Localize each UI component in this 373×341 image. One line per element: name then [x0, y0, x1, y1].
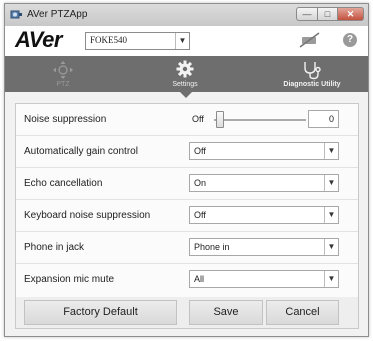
select-value: On [194, 178, 207, 188]
chevron-down-icon: ▼ [324, 271, 338, 287]
setting-row-keyboard-noise-suppression: Keyboard noise suppression Off ▼ [16, 200, 358, 232]
maximize-button[interactable]: □ [318, 7, 338, 21]
select-value: All [194, 274, 205, 284]
settings-footer: Factory Default Save Cancel [16, 297, 358, 328]
title-bar[interactable]: AVer PTZApp — □ ✕ [5, 4, 368, 26]
setting-row-agc: Automatically gain control Off ▼ [16, 136, 358, 168]
select-value: Off [194, 210, 206, 220]
chevron-down-icon: ▼ [324, 239, 338, 255]
stethoscope-icon [304, 62, 321, 80]
chevron-down-icon: ▼ [324, 207, 338, 223]
app-header: AVer FOKE540 ▼ ? [5, 26, 368, 56]
expansion-mic-mute-select[interactable]: All ▼ [189, 270, 339, 288]
tab-settings[interactable]: Settings [145, 56, 225, 92]
chevron-down-icon: ▼ [324, 175, 338, 191]
gear-icon [176, 60, 194, 78]
noise-suppression-slider-track[interactable] [214, 119, 306, 121]
setting-label: Keyboard noise suppression [24, 210, 151, 221]
setting-label: Phone in jack [24, 242, 85, 253]
slider-min-label: Off [192, 114, 204, 124]
window-title: AVer PTZApp [27, 9, 88, 20]
ptz-arrows-icon [53, 61, 73, 79]
close-button[interactable]: ✕ [338, 7, 364, 21]
aver-logo: AVer [15, 27, 62, 52]
camera-select[interactable]: FOKE540 ▼ [85, 32, 190, 50]
camera-select-value: FOKE540 [90, 35, 128, 45]
setting-label: Echo cancellation [24, 178, 103, 189]
app-icon [10, 10, 22, 19]
setting-row-expansion-mic-mute: Expansion mic mute All ▼ [16, 264, 358, 296]
help-icon[interactable]: ? [343, 33, 357, 47]
active-tab-pointer [180, 92, 192, 98]
tab-ptz[interactable]: PTZ [23, 56, 103, 92]
setting-label: Automatically gain control [24, 146, 138, 157]
save-button[interactable]: Save [189, 300, 263, 325]
setting-label: Noise suppression [24, 114, 107, 125]
setting-row-phone-in-jack: Phone in jack Phone in ▼ [16, 232, 358, 264]
chevron-down-icon: ▼ [324, 143, 338, 159]
tab-label: PTZ [56, 81, 70, 88]
select-value: Phone in [194, 242, 230, 252]
app-window: AVer PTZApp — □ ✕ AVer FOKE540 ▼ ? PTZ S… [4, 3, 369, 337]
setting-row-noise-suppression: Noise suppression Off 0 [16, 104, 358, 136]
cancel-button[interactable]: Cancel [266, 300, 339, 325]
select-value: Off [194, 146, 206, 156]
tab-label: Settings [172, 81, 198, 88]
setting-label: Expansion mic mute [24, 274, 115, 285]
tab-diagnostic-utility[interactable]: Diagnostic Utility [267, 56, 357, 92]
settings-panel: Noise suppression Off 0 Automatically ga… [15, 103, 359, 329]
agc-select[interactable]: Off ▼ [189, 142, 339, 160]
tab-label: Diagnostic Utility [283, 81, 341, 88]
mic-mute-icon[interactable] [299, 32, 321, 48]
setting-row-echo-cancellation: Echo cancellation On ▼ [16, 168, 358, 200]
phone-in-jack-select[interactable]: Phone in ▼ [189, 238, 339, 256]
echo-cancellation-select[interactable]: On ▼ [189, 174, 339, 192]
minimize-button[interactable]: — [296, 7, 318, 21]
noise-suppression-slider-thumb[interactable] [216, 111, 224, 128]
factory-default-button[interactable]: Factory Default [24, 300, 177, 325]
noise-suppression-value-input[interactable]: 0 [308, 110, 339, 128]
chevron-down-icon: ▼ [175, 33, 189, 49]
tab-bar: PTZ Settings Diagnostic Utility [5, 56, 368, 92]
keyboard-noise-suppression-select[interactable]: Off ▼ [189, 206, 339, 224]
